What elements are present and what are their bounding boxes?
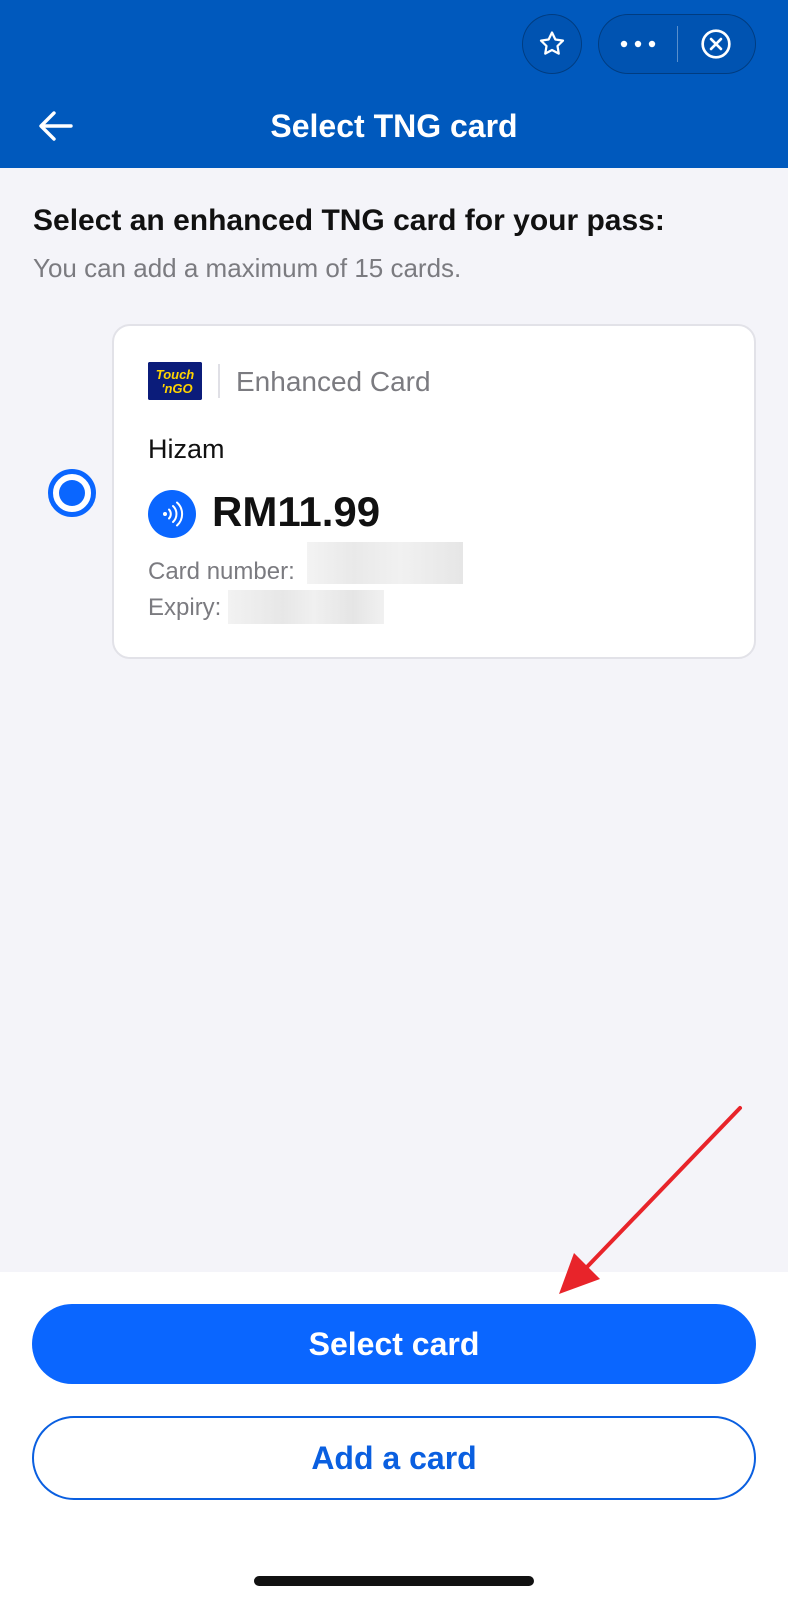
section-heading: Select an enhanced TNG card for your pas…	[33, 204, 665, 237]
tng-logo: Touch 'nGO	[148, 362, 202, 400]
card-type-label: Enhanced Card	[236, 366, 431, 397]
expiry-redacted	[228, 590, 384, 624]
more-button[interactable]	[599, 15, 677, 73]
section-subheading: You can add a maximum of 15 cards.	[33, 253, 462, 283]
app-header: Select TNG card	[0, 0, 788, 168]
mini-program-controls	[522, 14, 756, 74]
card-number-redacted	[307, 542, 463, 584]
card-holder-name: Hizam	[148, 434, 225, 464]
card-balance: RM11.99	[212, 488, 381, 535]
nfc-badge	[148, 490, 196, 538]
svg-text:'nGO: 'nGO	[161, 381, 192, 396]
capsule-menu	[598, 14, 756, 74]
favorite-button[interactable]	[522, 14, 582, 74]
close-mini-program-button[interactable]	[678, 15, 756, 73]
svg-text:Touch: Touch	[156, 367, 195, 382]
logo-divider	[218, 364, 220, 398]
page-title: Select TNG card	[270, 108, 518, 144]
close-circle-icon	[701, 29, 731, 59]
select-card-button[interactable]: Select card	[32, 1304, 756, 1384]
card-radio-button[interactable]	[48, 469, 96, 517]
expiry-label: Expiry:	[148, 594, 222, 621]
radio-selected-dot	[59, 480, 85, 506]
add-card-button[interactable]: Add a card	[32, 1416, 756, 1500]
nfc-icon	[163, 501, 184, 527]
more-icon	[620, 40, 655, 48]
home-indicator[interactable]	[254, 1576, 534, 1586]
tng-card-item[interactable]: Touch 'nGO Enhanced Card Hizam RM11.99 C…	[112, 324, 756, 659]
star-icon	[539, 31, 565, 55]
card-number-label: Card number:	[148, 558, 295, 585]
bottom-action-panel: Select card Add a card	[0, 1272, 788, 1600]
